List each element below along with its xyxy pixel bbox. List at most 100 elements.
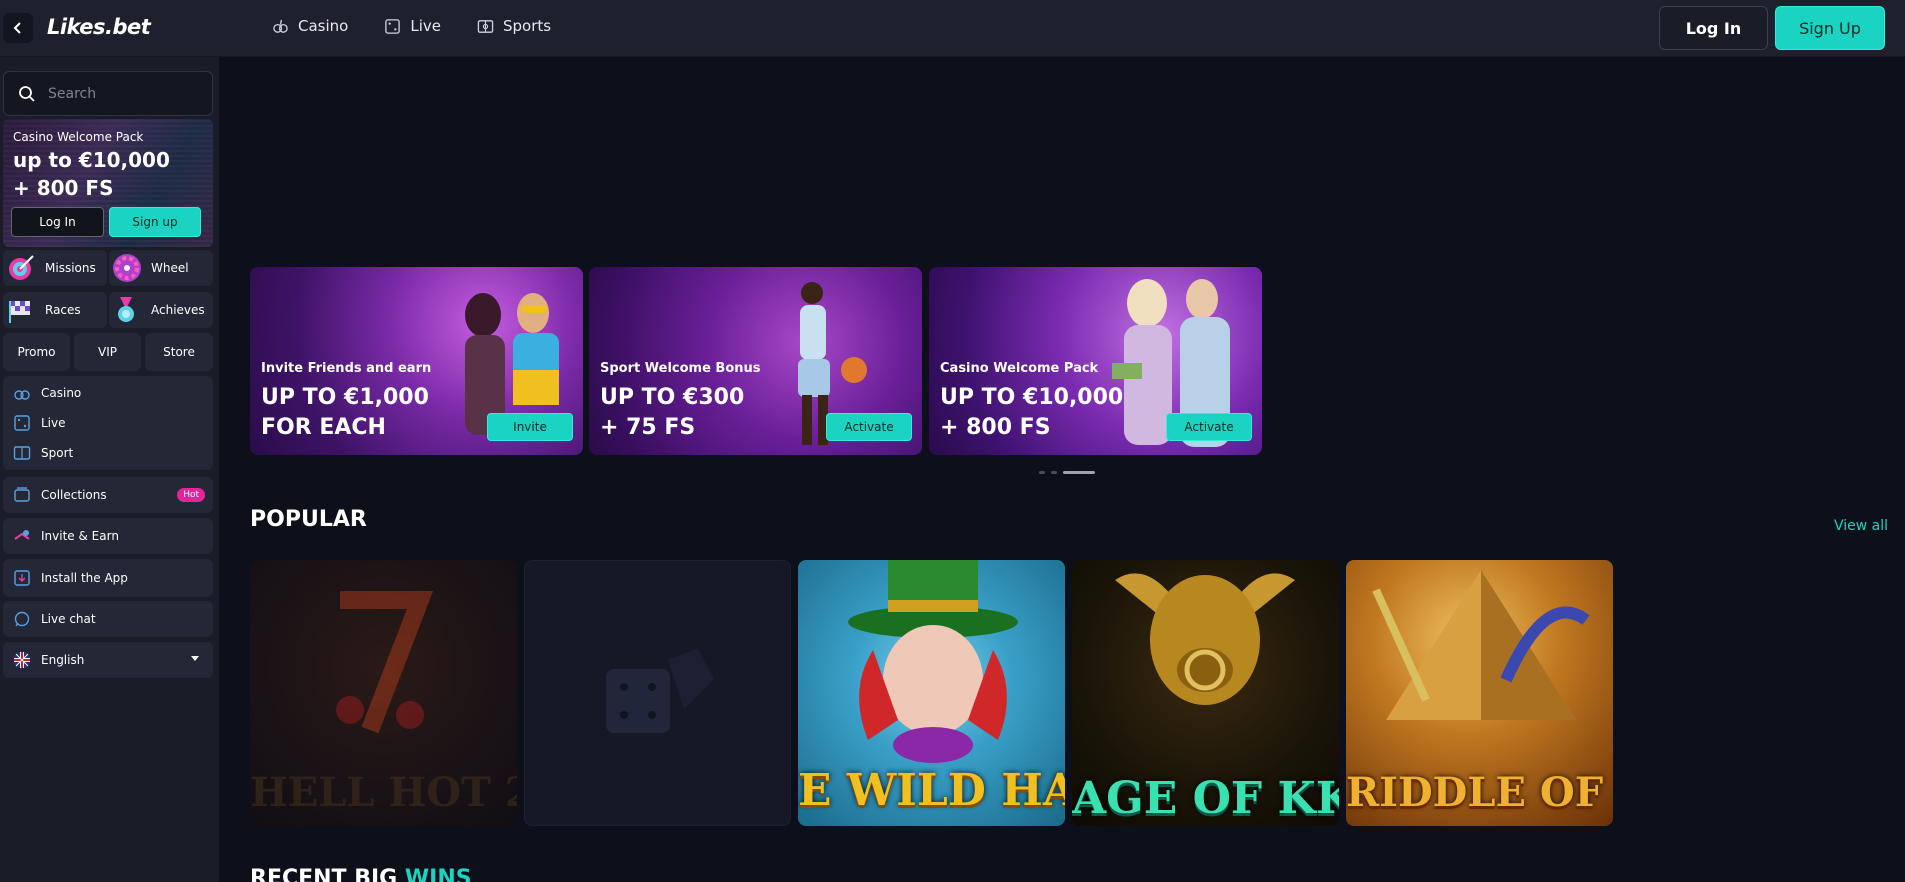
game-tile-hell-hot[interactable]: HELL HOT 20 — [250, 560, 517, 826]
dice-icon — [14, 415, 30, 431]
recent-big-wins-title: RECENT BIG WINS — [250, 866, 472, 882]
search-box[interactable] — [3, 71, 213, 116]
invite-label: Invite & Earn — [41, 529, 119, 543]
game-title-wild-hatter: E WILD HATT — [798, 765, 1065, 816]
sidebar-install-app[interactable]: Install the App — [3, 559, 213, 597]
wheel-label: Wheel — [151, 261, 189, 275]
lucky-seven-icon — [336, 591, 434, 734]
missions-tile[interactable]: Missions — [3, 250, 107, 286]
main-nav: Casino Live Sports — [272, 17, 551, 35]
carousel-dot-active[interactable] — [1063, 471, 1095, 474]
races-label: Races — [45, 303, 81, 317]
banner-casino[interactable]: Casino Welcome Pack UP TO €10,000 + 800 … — [929, 267, 1262, 455]
promo-amount-line2: + 800 FS — [13, 176, 114, 200]
invite-icon — [14, 530, 30, 540]
popular-title: POPULAR — [250, 507, 367, 532]
chat-label: Live chat — [41, 612, 96, 626]
search-input[interactable] — [48, 85, 198, 102]
nav-live-label: Live — [410, 17, 441, 35]
pyramid-illustration — [1372, 570, 1590, 720]
banner-sport-title-line2: + 75 FS — [600, 415, 696, 440]
golden-bull-illustration — [1115, 573, 1295, 705]
races-tile[interactable]: Races — [3, 292, 107, 328]
sidebar-item-casino[interactable]: Casino — [3, 378, 213, 408]
collections-label: Collections — [41, 488, 107, 502]
language-label: English — [41, 653, 85, 667]
banner-casino-title-line1: UP TO €10,000 — [940, 385, 1124, 410]
view-all-link[interactable]: View all — [1834, 518, 1888, 534]
wheel-icon — [109, 250, 145, 286]
sidebar-item-live[interactable]: Live — [3, 408, 213, 438]
missions-label: Missions — [45, 261, 96, 275]
promo-pill[interactable]: Promo — [3, 333, 70, 371]
promo-amount: up to €10,000 + 800 FS — [13, 146, 170, 202]
vip-pill-label: VIP — [98, 345, 117, 359]
casino-icon — [14, 390, 30, 400]
casino-activate-button[interactable]: Activate — [1166, 413, 1252, 441]
sidebar-item-live-label: Live — [41, 416, 66, 430]
invite-button[interactable]: Invite — [487, 413, 573, 441]
stadium-icon — [13, 446, 31, 460]
signup-button[interactable]: Sign Up — [1775, 6, 1885, 50]
dice-icon — [606, 649, 714, 733]
back-button[interactable] — [3, 13, 33, 43]
game-tile-age-of-akkadia[interactable]: AGE OF KKADI — [1072, 560, 1339, 826]
sidebar-item-sport[interactable]: Sport — [3, 438, 213, 468]
login-button[interactable]: Log In — [1659, 6, 1768, 50]
collections-icon — [14, 487, 30, 502]
banner-sport-subtitle: Sport Welcome Bonus — [600, 361, 761, 376]
vip-pill[interactable]: VIP — [74, 333, 141, 371]
banner-invite-title-line1: UP TO €1,000 — [261, 385, 429, 410]
language-selector[interactable]: English — [3, 642, 213, 678]
uk-flag-icon — [13, 651, 31, 669]
nav-casino[interactable]: Casino — [272, 17, 348, 35]
store-pill-label: Store — [163, 345, 195, 359]
sidebar-main-menu: Casino Live Sport — [3, 376, 213, 470]
banner-casino-title-line2: + 800 FS — [940, 415, 1051, 440]
game-title-hell-hot: HELL HOT 20 — [250, 769, 517, 816]
nav-sports-label: Sports — [502, 17, 552, 35]
sidebar-item-casino-label: Casino — [41, 386, 82, 400]
sidebar: Casino Welcome Pack up to €10,000 + 800 … — [0, 57, 219, 882]
store-pill[interactable]: Store — [145, 333, 213, 371]
banner-casino-title: UP TO €10,000 + 800 FS — [940, 383, 1123, 443]
game-title-riddle-sphinx: RIDDLE OF HE SPHIN — [1346, 769, 1613, 816]
sidebar-item-sport-label: Sport — [41, 446, 74, 460]
carousel-dot[interactable] — [1039, 471, 1045, 474]
banner-invite-subtitle: Invite Friends and earn — [261, 361, 432, 376]
promo-pill-label: Promo — [17, 345, 56, 359]
recent-title-plain: RECENT BIG — [250, 866, 405, 882]
carousel-pagination — [1039, 471, 1095, 474]
search-icon — [19, 85, 35, 102]
download-icon — [14, 570, 30, 586]
promo-signup-button[interactable]: Sign up — [109, 207, 201, 237]
banner-invite[interactable]: Invite Friends and earn UP TO €1,000 FOR… — [250, 267, 583, 455]
nav-sports[interactable]: Sports — [477, 17, 551, 35]
hatter-character-illustration — [848, 560, 1018, 763]
dice-icon — [385, 18, 401, 34]
nav-live[interactable]: Live — [384, 17, 441, 35]
banner-invite-title: UP TO €1,000 FOR EACH — [261, 383, 429, 443]
wheel-tile[interactable]: Wheel — [109, 250, 213, 286]
banner-casino-subtitle: Casino Welcome Pack — [940, 361, 1099, 376]
banner-sport-title-line1: UP TO €300 — [600, 385, 745, 410]
carousel-dot[interactable] — [1051, 471, 1057, 474]
chevron-down-icon — [191, 656, 199, 661]
sidebar-invite[interactable]: Invite & Earn — [3, 518, 213, 554]
promo-login-button[interactable]: Log In — [11, 207, 104, 237]
hot-badge: Hot — [177, 488, 205, 502]
banner-invite-title-line2: FOR EACH — [261, 415, 386, 440]
sidebar-collections[interactable]: Collections Hot — [3, 477, 213, 513]
banner-sport-title: UP TO €300 + 75 FS — [600, 383, 744, 443]
banner-sport[interactable]: Sport Welcome Bonus UP TO €300 + 75 FS A… — [589, 267, 922, 455]
game-tile-wild-hatter[interactable]: E WILD HATT — [798, 560, 1065, 826]
achieves-tile[interactable]: Achieves — [109, 292, 213, 328]
game-tile-riddle-sphinx[interactable]: RIDDLE OF HE SPHIN — [1346, 560, 1613, 826]
stadium-icon — [477, 19, 494, 33]
logo[interactable]: Likes.bet — [47, 15, 151, 39]
sidebar-live-chat[interactable]: Live chat — [3, 601, 213, 637]
medal-icon — [109, 292, 145, 328]
sport-activate-button[interactable]: Activate — [826, 413, 912, 441]
game-tile-placeholder[interactable] — [524, 560, 791, 826]
target-icon — [3, 250, 39, 286]
